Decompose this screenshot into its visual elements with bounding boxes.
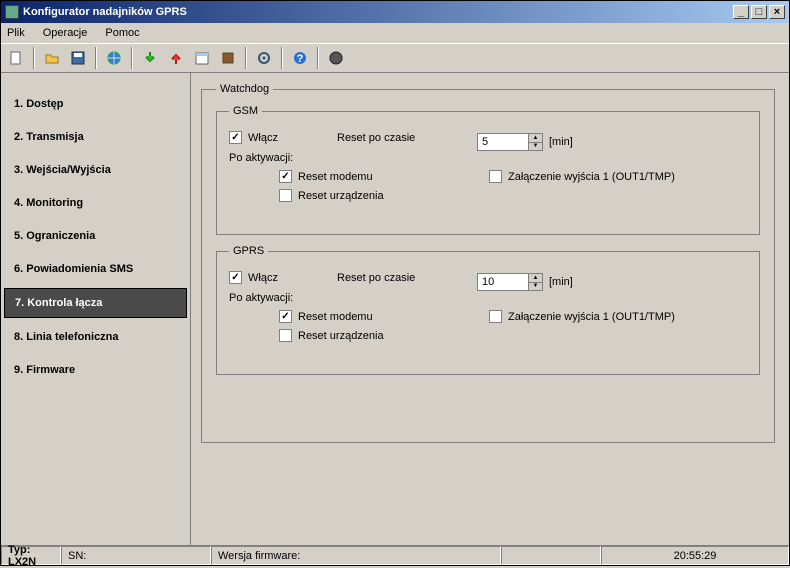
gprs-reset-after-input[interactable] bbox=[478, 274, 528, 290]
gsm-reset-after-label: Reset po czasie bbox=[337, 132, 415, 144]
gprs-reset-device-checkbox[interactable] bbox=[279, 329, 292, 342]
toolbar-separator bbox=[131, 47, 133, 69]
spin-up-icon[interactable]: ▲ bbox=[528, 274, 542, 283]
gsm-enable-checkbox[interactable] bbox=[229, 131, 242, 144]
sidebar-item-firmware[interactable]: 9. Firmware bbox=[4, 356, 187, 384]
save-icon[interactable] bbox=[67, 47, 89, 69]
gprs-out1-checkbox[interactable] bbox=[489, 310, 502, 323]
content: Watchdog GSM Włącz Reset po czasie ▲▼ bbox=[191, 73, 789, 545]
app-window: Konfigurator nadajników GPRS _ □ × Plik … bbox=[0, 0, 790, 566]
gprs-reset-after-label: Reset po czasie bbox=[337, 272, 415, 284]
body: 1. Dostęp 2. Transmisja 3. Wejścia/Wyjśc… bbox=[1, 73, 789, 545]
titlebar: Konfigurator nadajników GPRS _ □ × bbox=[1, 1, 789, 23]
toolbar: ? bbox=[1, 43, 789, 73]
gsm-reset-device-label: Reset urządzenia bbox=[298, 190, 384, 202]
new-icon[interactable] bbox=[5, 47, 27, 69]
gsm-reset-after-unit: [min] bbox=[549, 136, 573, 148]
gprs-reset-modem-checkbox[interactable] bbox=[279, 310, 292, 323]
sidebar-item-transmission[interactable]: 2. Transmisja bbox=[4, 123, 187, 151]
menubar: Plik Operacje Pomoc bbox=[1, 23, 789, 43]
statusbar: Typ: LX2N SN: Wersja firmware: 20:55:29 bbox=[1, 545, 789, 565]
gsm-reset-after-spinner[interactable]: ▲▼ bbox=[477, 133, 543, 151]
gprs-reset-after-unit: [min] bbox=[549, 276, 573, 288]
sidebar-item-phoneline[interactable]: 8. Linia telefoniczna bbox=[4, 323, 187, 351]
spin-up-icon[interactable]: ▲ bbox=[528, 134, 542, 143]
status-type: Typ: LX2N bbox=[1, 546, 61, 565]
upload-icon[interactable] bbox=[165, 47, 187, 69]
ball-icon[interactable] bbox=[325, 47, 347, 69]
gsm-out1-label: Załączenie wyjścia 1 (OUT1/TMP) bbox=[508, 171, 675, 183]
gprs-reset-device-label: Reset urządzenia bbox=[298, 330, 384, 342]
gprs-reset-after-spinner[interactable]: ▲▼ bbox=[477, 273, 543, 291]
calendar-icon[interactable] bbox=[191, 47, 213, 69]
menu-file[interactable]: Plik bbox=[7, 27, 25, 39]
status-spacer bbox=[501, 546, 601, 565]
spin-down-icon[interactable]: ▼ bbox=[528, 283, 542, 291]
gprs-group: GPRS Włącz Reset po czasie ▲▼ [min] bbox=[216, 245, 760, 375]
watchdog-legend: Watchdog bbox=[216, 83, 273, 95]
svg-text:?: ? bbox=[297, 53, 304, 65]
menu-operations[interactable]: Operacje bbox=[43, 27, 88, 39]
toolbar-separator bbox=[245, 47, 247, 69]
minimize-button[interactable]: _ bbox=[733, 5, 749, 19]
gsm-reset-after-input[interactable] bbox=[478, 134, 528, 150]
gsm-reset-modem-label: Reset modemu bbox=[298, 171, 373, 183]
sidebar: 1. Dostęp 2. Transmisja 3. Wejścia/Wyjśc… bbox=[1, 73, 191, 545]
help-icon[interactable]: ? bbox=[289, 47, 311, 69]
gprs-enable-checkbox[interactable] bbox=[229, 271, 242, 284]
close-button[interactable]: × bbox=[769, 5, 785, 19]
gsm-post-activation-label: Po aktywacji: bbox=[229, 152, 747, 164]
gsm-out1-checkbox[interactable] bbox=[489, 170, 502, 183]
gsm-reset-device-checkbox[interactable] bbox=[279, 189, 292, 202]
toolbar-separator bbox=[317, 47, 319, 69]
toolbar-separator bbox=[33, 47, 35, 69]
app-icon bbox=[5, 5, 19, 19]
sidebar-item-limits[interactable]: 5. Ograniczenia bbox=[4, 222, 187, 250]
gsm-legend: GSM bbox=[229, 105, 262, 117]
gsm-group: GSM Włącz Reset po czasie ▲▼ [min] bbox=[216, 105, 760, 235]
download-icon[interactable] bbox=[139, 47, 161, 69]
window-title: Konfigurator nadajników GPRS bbox=[23, 6, 731, 18]
sidebar-item-monitoring[interactable]: 4. Monitoring bbox=[4, 189, 187, 217]
menu-help[interactable]: Pomoc bbox=[105, 27, 139, 39]
device-icon[interactable] bbox=[217, 47, 239, 69]
sidebar-item-io[interactable]: 3. Wejścia/Wyjścia bbox=[4, 156, 187, 184]
toolbar-separator bbox=[95, 47, 97, 69]
sidebar-item-linkcontrol[interactable]: 7. Kontrola łącza bbox=[4, 288, 187, 318]
gprs-legend: GPRS bbox=[229, 245, 268, 257]
spin-down-icon[interactable]: ▼ bbox=[528, 143, 542, 151]
globe-icon[interactable] bbox=[103, 47, 125, 69]
status-sn: SN: bbox=[61, 546, 211, 565]
status-time: 20:55:29 bbox=[601, 546, 789, 565]
gsm-enable-label: Włącz bbox=[248, 132, 278, 144]
gprs-reset-modem-label: Reset modemu bbox=[298, 311, 373, 323]
settings-icon[interactable] bbox=[253, 47, 275, 69]
gprs-post-activation-label: Po aktywacji: bbox=[229, 292, 747, 304]
maximize-button[interactable]: □ bbox=[751, 5, 767, 19]
gprs-enable-label: Włącz bbox=[248, 272, 278, 284]
status-fw: Wersja firmware: bbox=[211, 546, 501, 565]
toolbar-separator bbox=[281, 47, 283, 69]
watchdog-group: Watchdog GSM Włącz Reset po czasie ▲▼ bbox=[201, 83, 775, 443]
open-icon[interactable] bbox=[41, 47, 63, 69]
gsm-reset-modem-checkbox[interactable] bbox=[279, 170, 292, 183]
gprs-out1-label: Załączenie wyjścia 1 (OUT1/TMP) bbox=[508, 311, 675, 323]
sidebar-item-access[interactable]: 1. Dostęp bbox=[4, 90, 187, 118]
sidebar-item-sms[interactable]: 6. Powiadomienia SMS bbox=[4, 255, 187, 283]
